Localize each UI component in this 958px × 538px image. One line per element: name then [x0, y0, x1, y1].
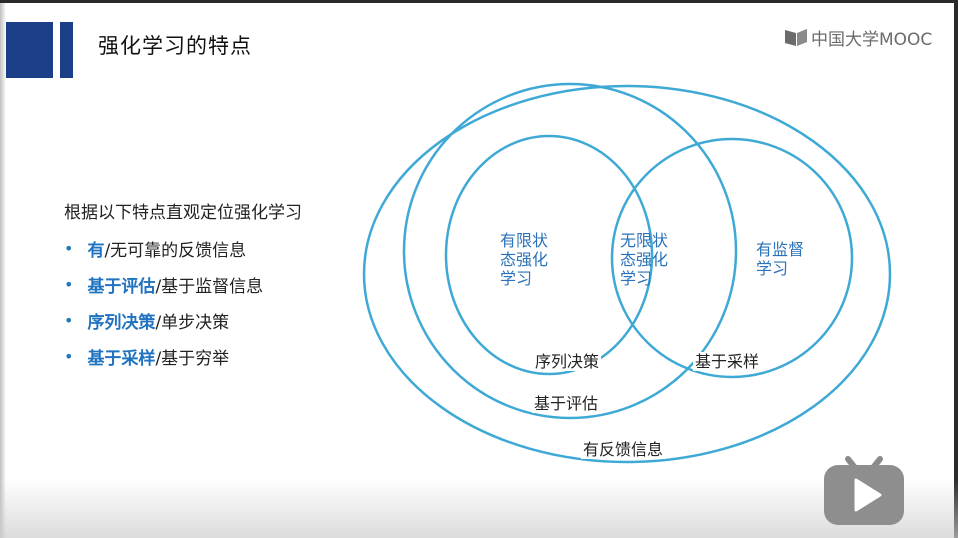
supervised-learning-label: 有监督 学习 [756, 240, 805, 278]
finite-state-rl-label: 有限状 态强化 学习 [500, 231, 549, 288]
sequential-decision-label: 序列决策 [533, 352, 602, 371]
bottom-gradient [0, 478, 958, 538]
venn-diagram [362, 82, 892, 464]
evaluation-based-label: 基于评估 [532, 394, 601, 413]
feedback-info-label: 有反馈信息 [581, 440, 666, 459]
infinite-state-rl-label: 无限状 态强化 学习 [620, 231, 669, 288]
sampling-based-label: 基于采样 [693, 352, 762, 371]
play-icon[interactable] [822, 447, 906, 527]
